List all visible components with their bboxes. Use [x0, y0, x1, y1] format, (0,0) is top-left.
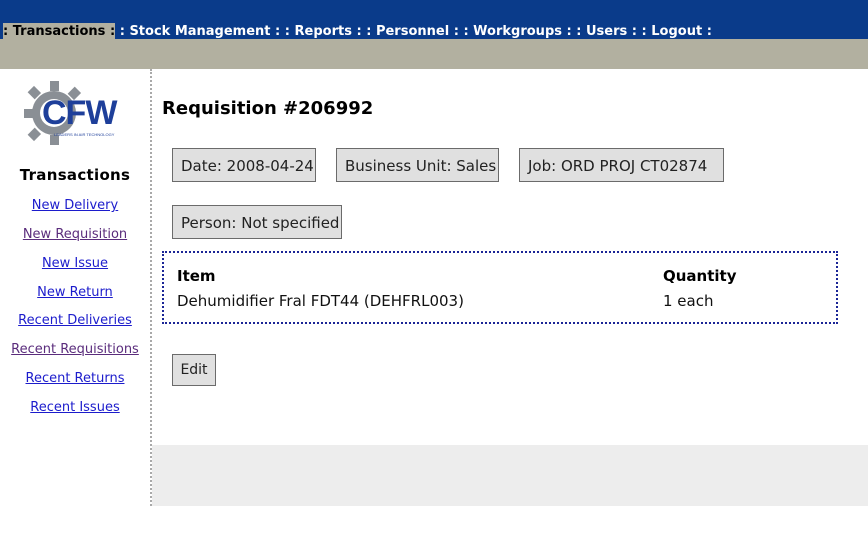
- nav-personnel-label: Personnel: [375, 24, 450, 39]
- nav-separator: :: [356, 24, 362, 39]
- nav-separator: :: [119, 24, 125, 39]
- nav-separator: :: [706, 24, 712, 39]
- sidebar-link-new-return[interactable]: New Return: [0, 285, 150, 300]
- table-row-quantity: 1 each: [663, 292, 714, 310]
- job-field: Job: ORD PROJ CT02874: [519, 148, 724, 182]
- sidebar-link-recent-issues[interactable]: Recent Issues: [0, 400, 150, 415]
- nav-workgroups[interactable]: : Workgroups :: [463, 23, 571, 40]
- nav-stock-management[interactable]: : Stock Management :: [120, 23, 281, 40]
- main-content: Requisition #206992 Date: 2008-04-24 Bus…: [152, 69, 868, 445]
- quantity-column-header: Quantity: [663, 267, 737, 285]
- date-field: Date: 2008-04-24: [172, 148, 316, 182]
- top-navigation-bar: : Transactions : : Stock Management : : …: [0, 0, 868, 40]
- sidebar-link-new-issue[interactable]: New Issue: [0, 256, 150, 271]
- nav-logout[interactable]: : Logout :: [642, 23, 712, 40]
- sidebar-title: Transactions: [19, 166, 131, 184]
- sidebar-link-new-delivery[interactable]: New Delivery: [0, 198, 150, 213]
- sub-navigation-bar: [0, 39, 868, 69]
- nav-transactions[interactable]: : Transactions :: [3, 23, 116, 40]
- business-unit-field: Business Unit: Sales: [336, 148, 499, 182]
- nav-separator: :: [576, 24, 582, 39]
- nav-personnel[interactable]: : Personnel :: [366, 23, 459, 40]
- nav-stock-management-label: Stock Management: [129, 24, 271, 39]
- main-nav: : Transactions : : Stock Management : : …: [3, 23, 712, 40]
- nav-separator: :: [463, 24, 469, 39]
- sidebar-link-recent-deliveries[interactable]: Recent Deliveries: [0, 313, 150, 328]
- nav-reports[interactable]: : Reports :: [285, 23, 362, 40]
- nav-logout-label: Logout: [651, 24, 703, 39]
- items-table: Item Quantity Dehumidifier Fral FDT44 (D…: [162, 251, 838, 324]
- edit-button[interactable]: Edit: [172, 354, 216, 386]
- nav-transactions-label: Transactions: [12, 24, 106, 39]
- nav-separator: :: [641, 24, 647, 39]
- nav-users-label: Users: [585, 24, 628, 39]
- sidebar-link-new-requisition[interactable]: New Requisition: [0, 227, 150, 242]
- nav-separator: :: [109, 24, 116, 39]
- logo-text: CFW: [42, 94, 118, 132]
- nav-separator: :: [366, 24, 372, 39]
- nav-separator: :: [275, 24, 281, 39]
- nav-separator: :: [453, 24, 459, 39]
- sidebar-link-recent-returns[interactable]: Recent Returns: [0, 371, 150, 386]
- nav-users[interactable]: : Users :: [576, 23, 637, 40]
- nav-separator: :: [3, 24, 9, 39]
- cfw-logo-graphic: CFW LEADERS IN AIR TECHNOLOGY: [24, 81, 119, 145]
- sidebar: CFW LEADERS IN AIR TECHNOLOGY Transactio…: [0, 69, 152, 506]
- cfw-logo: CFW LEADERS IN AIR TECHNOLOGY: [24, 79, 126, 149]
- item-column-header: Item: [177, 267, 216, 285]
- nav-separator: :: [284, 24, 290, 39]
- page-title: Requisition #206992: [162, 98, 374, 119]
- table-row-item: Dehumidifier Fral FDT44 (DEHFRL003): [177, 292, 464, 310]
- nav-separator: :: [631, 24, 637, 39]
- sidebar-link-recent-requisitions[interactable]: Recent Requisitions: [0, 342, 150, 357]
- nav-reports-label: Reports: [294, 24, 352, 39]
- logo-tagline: LEADERS IN AIR TECHNOLOGY: [54, 132, 115, 137]
- footer-bar: [152, 445, 868, 506]
- nav-workgroups-label: Workgroups: [473, 24, 562, 39]
- person-field: Person: Not specified: [172, 205, 342, 239]
- nav-separator: :: [566, 24, 572, 39]
